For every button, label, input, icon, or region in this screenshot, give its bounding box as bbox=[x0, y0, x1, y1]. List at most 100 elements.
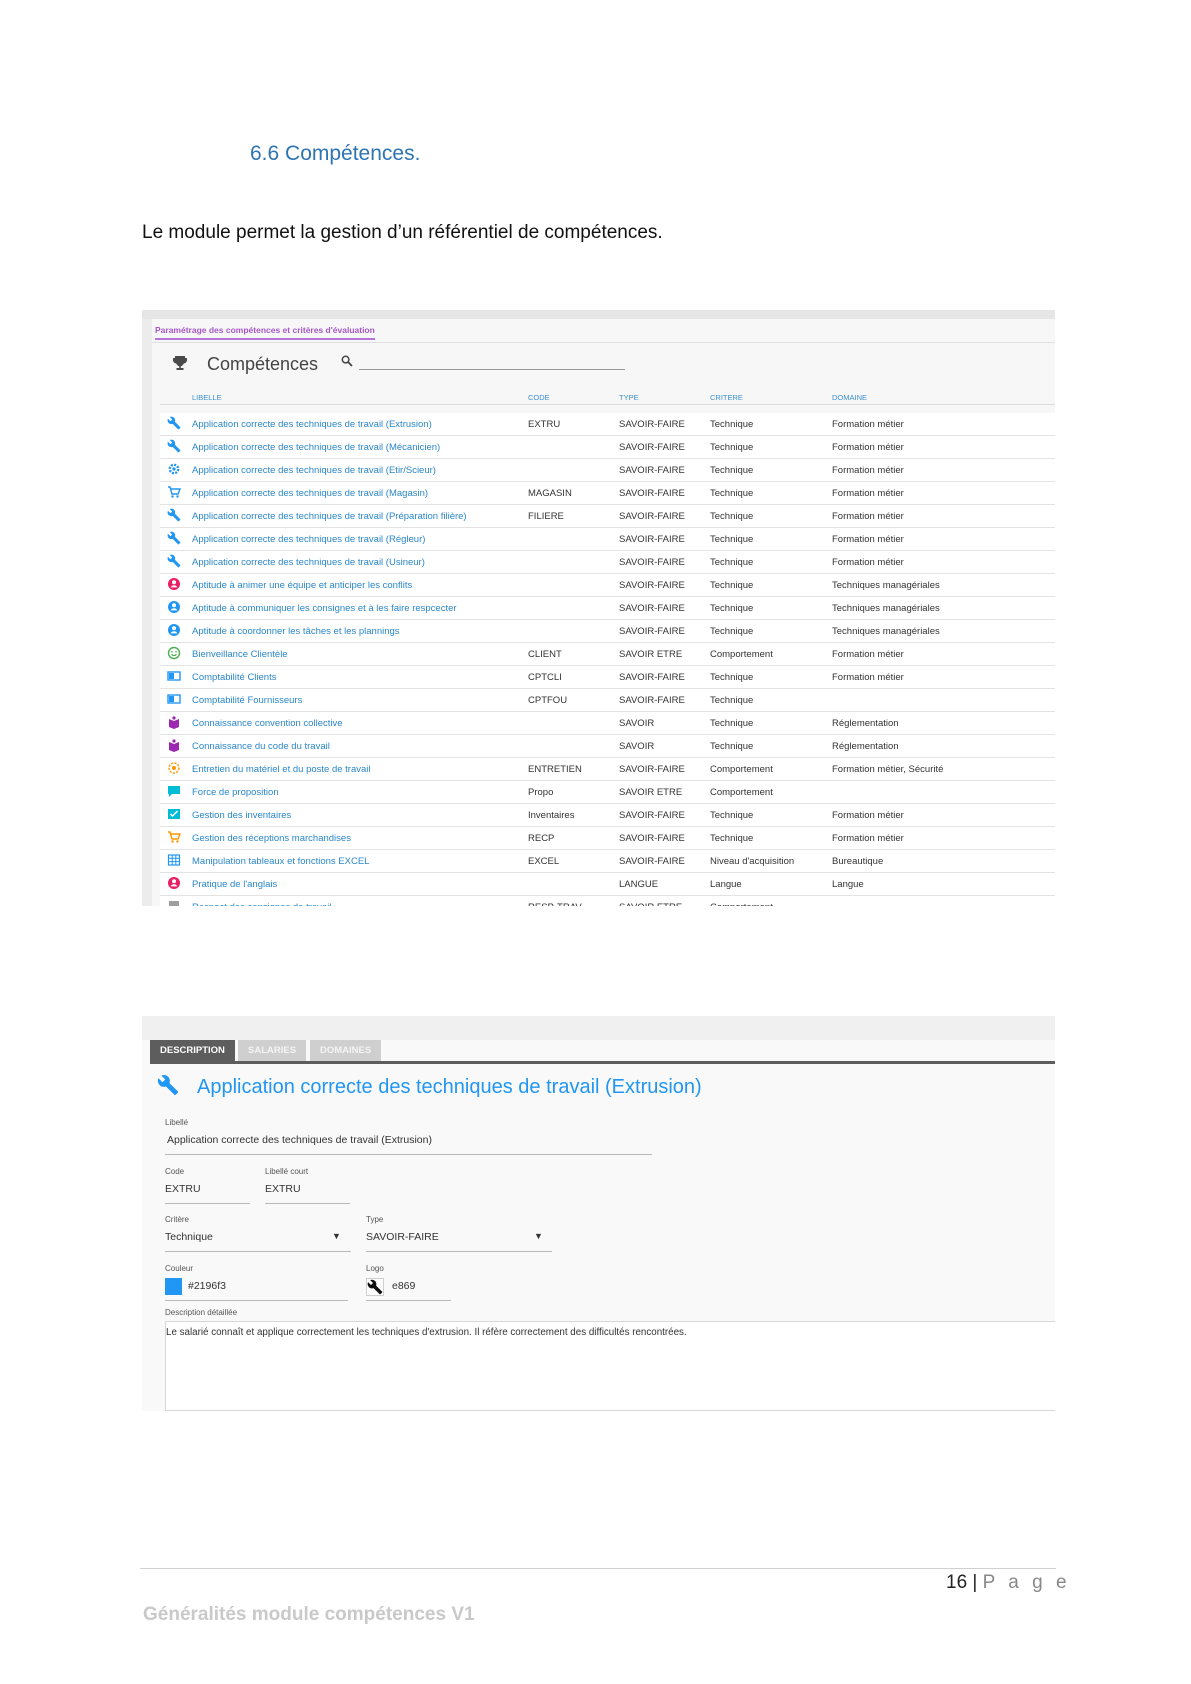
libelle-underline bbox=[165, 1154, 652, 1155]
table-row[interactable]: Application correcte des techniques de t… bbox=[160, 505, 1055, 528]
cell-libelle[interactable]: Application correcte des techniques de t… bbox=[192, 442, 440, 453]
cell-libelle[interactable]: Respect des consignes de travail bbox=[192, 902, 331, 906]
chevron-down-icon[interactable]: ▼ bbox=[534, 1231, 543, 1241]
cell-libelle[interactable]: Application correcte des techniques de t… bbox=[192, 419, 432, 430]
table-row[interactable]: Aptitude à animer une équipe et anticipe… bbox=[160, 574, 1055, 597]
couleur-field[interactable]: #2196f3 bbox=[188, 1280, 226, 1292]
tab-domaines[interactable]: DOMAINES bbox=[310, 1040, 382, 1061]
table-row[interactable]: Aptitude à communiquer les consignes et … bbox=[160, 597, 1055, 620]
cell-code: Inventaires bbox=[528, 810, 575, 821]
table-row[interactable]: Connaissance convention collective SAVOI… bbox=[160, 712, 1055, 735]
search-input[interactable] bbox=[359, 354, 629, 370]
tab-description[interactable]: DESCRIPTION bbox=[150, 1040, 235, 1061]
cell-libelle[interactable]: Comptabilité Fournisseurs bbox=[192, 695, 302, 706]
cell-critere: Technique bbox=[710, 833, 754, 844]
cell-type: SAVOIR-FAIRE bbox=[619, 534, 685, 545]
table-row[interactable]: Application correcte des techniques de t… bbox=[160, 459, 1055, 482]
libelle-court-field[interactable]: EXTRU bbox=[265, 1183, 301, 1195]
table-row[interactable]: Application correcte des techniques de t… bbox=[160, 551, 1055, 574]
cell-libelle[interactable]: Connaissance convention collective bbox=[192, 718, 343, 729]
cell-type: SAVOIR-FAIRE bbox=[619, 672, 685, 683]
cell-libelle[interactable]: Application correcte des techniques de t… bbox=[192, 534, 425, 545]
cell-libelle[interactable]: Application correcte des techniques de t… bbox=[192, 557, 425, 568]
couleur-underline bbox=[165, 1300, 348, 1301]
table-row[interactable]: Pratique de l'anglais LANGUE Langue Lang… bbox=[160, 873, 1055, 896]
col-domaine[interactable]: DOMAINE bbox=[832, 393, 867, 402]
table-row[interactable]: Gestion des réceptions marchandises RECP… bbox=[160, 827, 1055, 850]
logo-label: Logo bbox=[366, 1264, 384, 1273]
code-underline bbox=[165, 1203, 250, 1204]
table-row[interactable]: Respect des consignes de travail RESP-TR… bbox=[160, 896, 1055, 906]
page-number-value: 16 bbox=[946, 1572, 968, 1593]
cell-domaine: Formation métier bbox=[832, 465, 904, 476]
book-icon bbox=[167, 715, 181, 729]
cell-code: CPTFOU bbox=[528, 695, 568, 706]
cell-libelle[interactable]: Connaissance du code du travail bbox=[192, 741, 330, 752]
tab-salaries[interactable]: SALARIES bbox=[238, 1040, 307, 1061]
cell-libelle[interactable]: Comptabilité Clients bbox=[192, 672, 276, 683]
table-row[interactable]: Connaissance du code du travail SAVOIR T… bbox=[160, 735, 1055, 758]
top-bar bbox=[142, 310, 1055, 319]
table-row[interactable]: Application correcte des techniques de t… bbox=[160, 436, 1055, 459]
cell-critere: Comportement bbox=[710, 787, 773, 798]
wrench-icon bbox=[167, 416, 181, 430]
left-strip bbox=[142, 319, 152, 906]
code-field[interactable]: EXTRU bbox=[165, 1183, 201, 1195]
cell-type: SAVOIR-FAIRE bbox=[619, 419, 685, 430]
table-row[interactable]: Comptabilité Clients CPTCLI SAVOIR-FAIRE… bbox=[160, 666, 1055, 689]
table-row[interactable]: Manipulation tableaux et fonctions EXCEL… bbox=[160, 850, 1055, 873]
logo-preview[interactable] bbox=[366, 1278, 384, 1296]
cell-type: SAVOIR bbox=[619, 718, 655, 729]
table-row[interactable]: Entretien du matériel et du poste de tra… bbox=[160, 758, 1055, 781]
description-label: Description détaillée bbox=[165, 1308, 238, 1317]
col-critere[interactable]: CRITERE bbox=[710, 393, 743, 402]
cell-libelle[interactable]: Aptitude à coordonner les tâches et les … bbox=[192, 626, 400, 637]
trophy-icon bbox=[172, 355, 188, 376]
wrench-icon bbox=[167, 508, 181, 522]
cell-libelle[interactable]: Bienveillance Clientèle bbox=[192, 649, 288, 660]
table-row[interactable]: Bienveillance Clientèle CLIENT SAVOIR ET… bbox=[160, 643, 1055, 666]
cell-libelle[interactable]: Pratique de l'anglais bbox=[192, 879, 277, 890]
cell-libelle[interactable]: Application correcte des techniques de t… bbox=[192, 511, 467, 522]
table-row[interactable]: Application correcte des techniques de t… bbox=[160, 528, 1055, 551]
table-row[interactable]: Aptitude à coordonner les tâches et les … bbox=[160, 620, 1055, 643]
chevron-down-icon[interactable]: ▼ bbox=[332, 1231, 341, 1241]
cell-libelle[interactable]: Force de proposition bbox=[192, 787, 279, 798]
table-row[interactable]: Application correcte des techniques de t… bbox=[160, 482, 1055, 505]
search-icon[interactable] bbox=[341, 354, 353, 372]
table-row[interactable]: Force de proposition Propo SAVOIR ETRE C… bbox=[160, 781, 1055, 804]
col-code[interactable]: CODE bbox=[528, 393, 550, 402]
color-swatch[interactable] bbox=[165, 1278, 182, 1295]
competences-table: Application correcte des techniques de t… bbox=[160, 413, 1055, 906]
col-type[interactable]: TYPE bbox=[619, 393, 639, 402]
libelle-field[interactable]: Application correcte des techniques de t… bbox=[167, 1134, 432, 1146]
critere-underline bbox=[165, 1251, 351, 1252]
logo-field[interactable]: e869 bbox=[392, 1280, 415, 1292]
cell-libelle[interactable]: Aptitude à animer une équipe et anticipe… bbox=[192, 580, 412, 591]
tab-parametrage[interactable]: Paramétrage des compétences et critères … bbox=[155, 325, 375, 340]
cell-libelle[interactable]: Application correcte des techniques de t… bbox=[192, 488, 428, 499]
cell-critere: Technique bbox=[710, 511, 754, 522]
cell-libelle[interactable]: Manipulation tableaux et fonctions EXCEL bbox=[192, 856, 369, 867]
cell-libelle[interactable]: Gestion des inventaires bbox=[192, 810, 291, 821]
description-textarea[interactable]: Le salarié connaît et applique correctem… bbox=[165, 1321, 1055, 1411]
cell-libelle[interactable]: Aptitude à communiquer les consignes et … bbox=[192, 603, 457, 614]
wrench-icon bbox=[157, 1074, 179, 1101]
cell-libelle[interactable]: Gestion des réceptions marchandises bbox=[192, 833, 351, 844]
table-row[interactable]: Comptabilité Fournisseurs CPTFOU SAVOIR-… bbox=[160, 689, 1055, 712]
cell-libelle[interactable]: Application correcte des techniques de t… bbox=[192, 465, 436, 476]
col-libelle[interactable]: LIBELLE bbox=[192, 393, 222, 402]
section-heading: 6.6 Compétences. bbox=[250, 142, 421, 165]
cell-code: CPTCLI bbox=[528, 672, 562, 683]
table-row[interactable]: Gestion des inventaires Inventaires SAVO… bbox=[160, 804, 1055, 827]
cell-type: SAVOIR ETRE bbox=[619, 787, 683, 798]
cell-domaine: Formation métier bbox=[832, 511, 904, 522]
cell-type: SAVOIR ETRE bbox=[619, 649, 683, 660]
type-select[interactable]: SAVOIR-FAIRE bbox=[366, 1231, 439, 1243]
table-header: LIBELLE CODE TYPE CRITERE DOMAINE bbox=[160, 390, 1055, 405]
cell-critere: Technique bbox=[710, 465, 754, 476]
cell-libelle[interactable]: Entretien du matériel et du poste de tra… bbox=[192, 764, 371, 775]
table-row[interactable]: Application correcte des techniques de t… bbox=[160, 413, 1055, 436]
cell-domaine: Formation métier bbox=[832, 442, 904, 453]
critere-select[interactable]: Technique bbox=[165, 1231, 213, 1243]
